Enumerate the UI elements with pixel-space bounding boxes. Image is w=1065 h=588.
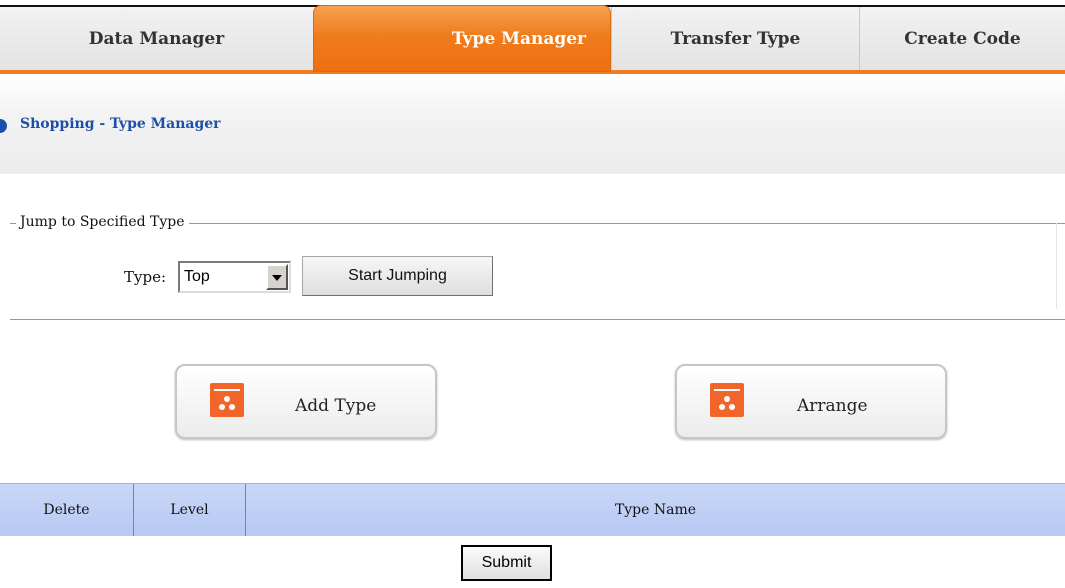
main-tabs: Data Manager Type Manager Transfer Type …: [0, 5, 1065, 74]
add-type-button[interactable]: Add Type: [175, 364, 437, 439]
tab-transfer-type[interactable]: Transfer Type: [611, 7, 859, 70]
fieldset-border-right: [1056, 223, 1057, 309]
column-header-delete: Delete: [0, 484, 134, 536]
type-select[interactable]: Top: [178, 261, 291, 293]
start-jumping-button[interactable]: Start Jumping: [302, 256, 493, 296]
breadcrumb: Shopping - Type Manager: [20, 116, 221, 132]
type-label: Type:: [124, 268, 167, 286]
column-header-level: Level: [134, 484, 246, 536]
arrange-icon: [710, 383, 744, 417]
arrange-button[interactable]: Arrange: [675, 364, 947, 439]
tab-data-manager[interactable]: Data Manager: [0, 7, 313, 70]
arrange-label: Arrange: [797, 396, 868, 416]
add-type-label: Add Type: [295, 396, 377, 416]
column-header-type-name: Type Name: [614, 502, 697, 518]
table-header: Delete Level Type Name: [0, 483, 1065, 536]
tab-create-code[interactable]: Create Code: [859, 7, 1065, 70]
add-type-icon: [210, 383, 244, 417]
fieldset-legend: Jump to Specified Type: [16, 214, 189, 230]
type-select-value: Top: [184, 268, 210, 285]
submit-button[interactable]: Submit: [461, 545, 552, 581]
fieldset-border-bottom: [10, 319, 1065, 320]
tab-type-manager[interactable]: Type Manager: [313, 5, 611, 72]
chevron-down-icon[interactable]: [266, 264, 288, 290]
